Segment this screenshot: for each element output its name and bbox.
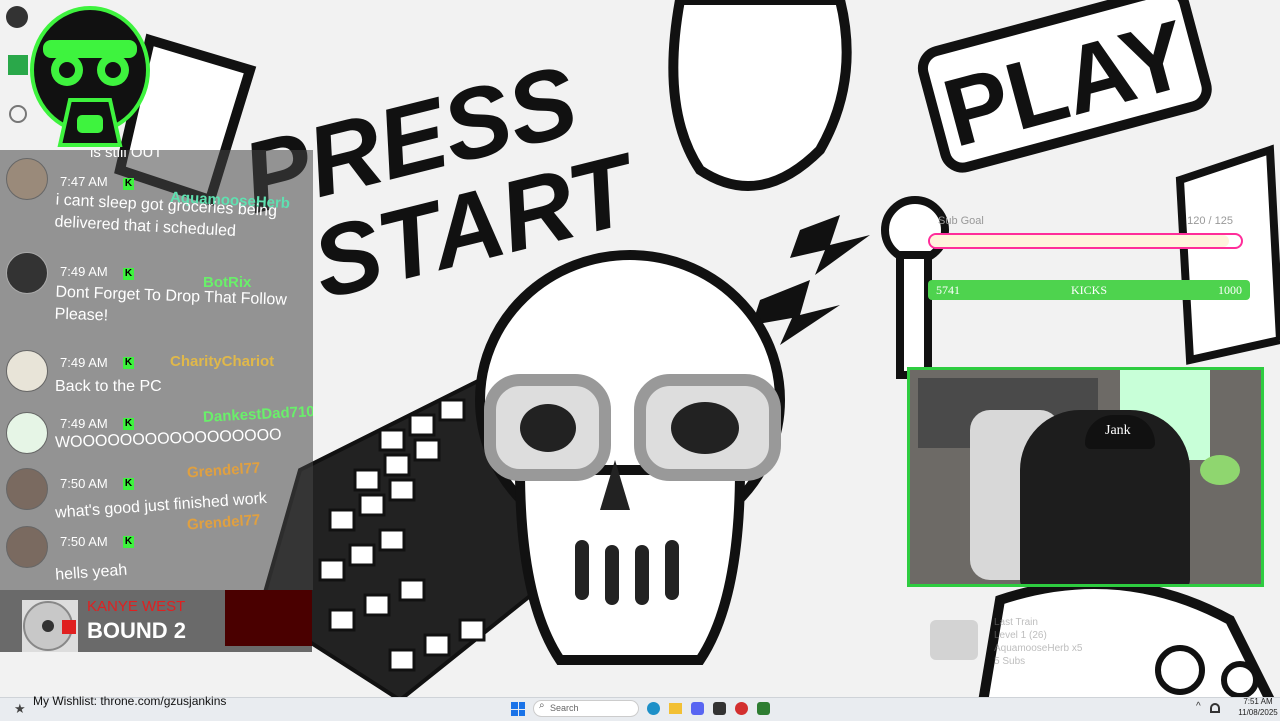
message-line: Back to the PC xyxy=(55,378,162,395)
recent-events-widget: Last Train Level 1 (26) AquamooseHerb x5… xyxy=(930,615,1130,670)
tray-clock[interactable]: 7:51 AM 11/08/2025 xyxy=(1236,696,1280,718)
tray-wifi-icon[interactable] xyxy=(1210,703,1220,713)
now-playing-song: BOUND 2 xyxy=(87,618,187,643)
message-time: 7:50 AM xyxy=(60,534,108,549)
chat-overlay: is still OUT 7:47 AM K AquamooseHerb i c… xyxy=(0,150,313,590)
start-button-icon[interactable] xyxy=(511,702,525,716)
widgets-icon[interactable]: ★ xyxy=(14,702,28,716)
user-avatar xyxy=(6,468,48,510)
wishlist-text[interactable]: My Wishlist: throne.com/gzusjankins xyxy=(33,694,226,708)
webcam-feed: Jank xyxy=(907,367,1264,587)
user-avatar xyxy=(6,526,48,568)
chat-username[interactable]: Grendel77 xyxy=(186,511,260,533)
sub-goal-widget: Sub Goal 120 / 125 xyxy=(928,215,1243,255)
sub-goal-count: 120 / 125 xyxy=(1187,215,1233,227)
message-time: 7:49 AM xyxy=(60,355,108,370)
message-line: hells yeah xyxy=(54,561,128,584)
message-time: 7:50 AM xyxy=(60,476,108,491)
recent-line-3: AquamooseHerb x5 xyxy=(994,643,1083,654)
message-text: hells yeah xyxy=(55,547,306,586)
kicks-goal-bar: 5741 KICKS 1000 xyxy=(928,280,1250,300)
clock-date: 11/08/2025 xyxy=(1238,708,1278,717)
kicks-target: 1000 xyxy=(1218,283,1242,297)
app-icon-blue[interactable] xyxy=(691,702,704,715)
chat-username[interactable]: DankestDad710 xyxy=(203,403,313,426)
album-art-cd-icon xyxy=(22,600,78,652)
app-icon-green[interactable] xyxy=(757,702,770,715)
now-playing-artist: KANYE WEST xyxy=(87,598,186,615)
kick-badge-icon: K xyxy=(123,357,134,369)
edge-icon[interactable] xyxy=(647,702,660,715)
message-text: what's good just finished work xyxy=(55,485,306,524)
now-playing-accent xyxy=(225,590,312,646)
now-playing-widget: KANYE WEST BOUND 2 xyxy=(0,590,312,652)
kick-badge-icon: K xyxy=(123,478,134,490)
user-avatar xyxy=(6,350,48,392)
webcam-plush xyxy=(1200,455,1240,485)
message-time: 7:49 AM xyxy=(60,416,108,431)
message-time: 7:49 AM xyxy=(60,264,108,279)
chat-username[interactable]: CharityChariot xyxy=(170,353,274,370)
search-icon: ⌕ xyxy=(539,700,545,711)
user-avatar xyxy=(6,252,48,294)
chat-partial-message: is still OUT xyxy=(90,150,163,161)
tray-chevron-icon[interactable]: ^ xyxy=(1196,701,1201,712)
file-explorer-icon[interactable] xyxy=(669,703,682,714)
kicks-label: KICKS xyxy=(1070,283,1107,297)
clock-time: 7:51 AM xyxy=(1243,697,1273,706)
kick-badge-icon: K xyxy=(123,268,134,280)
message-text: Dont Forget To Drop That Follow Please! xyxy=(54,282,305,335)
user-avatar xyxy=(6,158,48,200)
sub-goal-label: Sub Goal xyxy=(938,215,984,227)
webcam-cap-text: Jank xyxy=(1105,423,1131,438)
message-line: what's good just finished work xyxy=(54,489,268,522)
message-text: Back to the PC xyxy=(55,376,305,398)
taskbar: ★ My Wishlist: throne.com/gzusjankins ⌕ … xyxy=(0,694,1280,721)
taskbar-search-box[interactable]: ⌕ Search xyxy=(533,700,639,717)
kick-badge-icon: K xyxy=(123,178,134,190)
recent-line-1: Last Train xyxy=(994,617,1038,628)
message-time: 7:47 AM xyxy=(60,174,108,189)
user-avatar xyxy=(6,412,48,454)
search-placeholder: Search xyxy=(550,703,579,713)
gasmask-skull-logo xyxy=(30,6,150,147)
kick-badge-icon: K xyxy=(123,536,134,548)
sub-goal-fill xyxy=(930,235,1229,247)
recent-line-2: Level 1 (26) xyxy=(994,630,1047,641)
app-icon-red[interactable] xyxy=(735,702,748,715)
recent-events-icon xyxy=(930,620,978,660)
recent-line-4: 5 Subs xyxy=(994,656,1026,667)
app-icon-dark[interactable] xyxy=(713,702,726,715)
sub-goal-bar xyxy=(928,233,1243,249)
kick-badge-icon: K xyxy=(123,418,134,430)
chat-username[interactable]: Grendel77 xyxy=(186,459,260,481)
